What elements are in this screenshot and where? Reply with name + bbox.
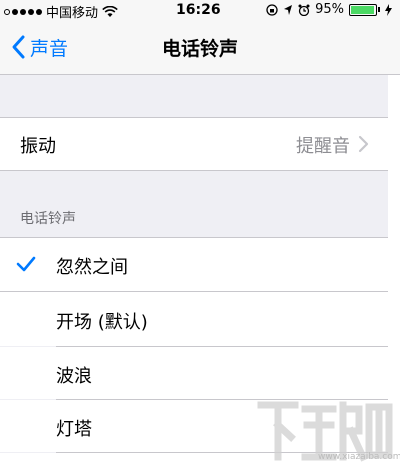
battery-icon [349, 3, 377, 16]
status-right: 95% [266, 2, 392, 17]
status-time: 16:26 [176, 2, 221, 18]
alarm-clock-icon [298, 4, 310, 16]
section-header: 电话铃声 [20, 211, 76, 227]
ringtone-label: 开场 (默认) [56, 312, 148, 333]
carrier-label: 中国移动 [46, 6, 99, 21]
ringtone-row-0[interactable]: 忽然之间 [0, 238, 388, 291]
signal-dots-icon [4, 8, 42, 15]
vibration-label: 振动 [20, 136, 56, 157]
location-arrow-icon [284, 4, 293, 15]
ringtone-label: 忽然之间 [56, 257, 128, 278]
vibration-value: 提醒音 [296, 136, 350, 157]
status-bar: 中国移动 16:26 95% [0, 0, 400, 21]
page-title: 电话铃声 [161, 38, 238, 60]
vibration-row[interactable]: 振动 提醒音 [0, 118, 388, 170]
ringtone-label: 波浪 [56, 366, 92, 387]
divider [0, 170, 388, 171]
status-left: 中国移动 [4, 2, 118, 21]
nav-bar: 声音 电话铃声 [0, 20, 400, 75]
battery-tip [378, 7, 380, 12]
wifi-icon [102, 5, 118, 17]
ringtone-row-2[interactable]: 波浪 [0, 347, 388, 399]
rotation-lock-icon [266, 3, 278, 16]
ringtone-label: 灯塔 [56, 419, 92, 440]
ringtone-row-1[interactable]: 开场 (默认) [0, 292, 388, 346]
battery-percent: 95% [315, 2, 344, 17]
checkmark-icon [16, 256, 36, 272]
chevron-right-icon [358, 135, 369, 153]
charging-bolt-icon [385, 3, 392, 16]
watermark-url: www.xiazaiba.com [318, 452, 400, 462]
